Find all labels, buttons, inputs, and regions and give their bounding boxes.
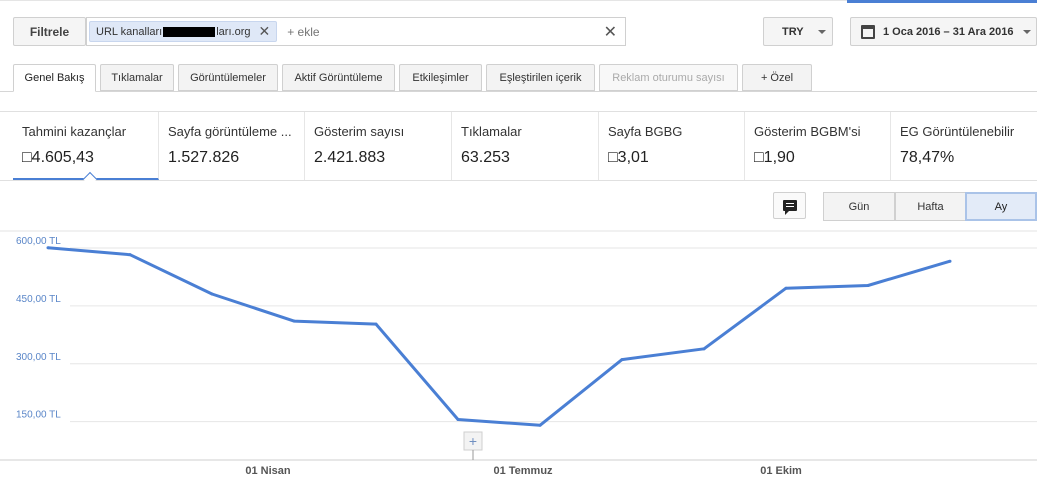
metric-impression-rpm[interactable]: Gösterim BGBM'si □1,90	[745, 112, 891, 180]
data-point	[948, 259, 952, 263]
data-point	[456, 417, 460, 421]
metric-page-rpm[interactable]: Sayfa BGBG □3,01	[599, 112, 745, 180]
filter-chip[interactable]: URL kanalları ları.org ✕	[89, 21, 278, 42]
data-point	[210, 292, 214, 296]
tab-reklam-oturumu: Reklam oturumu sayısı	[599, 64, 738, 91]
data-point	[620, 358, 624, 362]
metric-label: EG Görüntülenebilir	[900, 124, 1015, 139]
x-tick-label: 01 Ekim	[760, 465, 802, 477]
metric-label: Gösterim sayısı	[314, 124, 405, 139]
metric-value: 2.421.883	[314, 149, 386, 166]
tabs-divider	[0, 91, 1037, 92]
date-range-select[interactable]: 1 Oca 2016 – 31 Ara 2016	[850, 17, 1037, 46]
period-day-button[interactable]: Gün	[823, 192, 895, 221]
add-filter-input[interactable]	[287, 24, 528, 39]
data-point	[292, 319, 296, 323]
y-tick-label: 300,00 TL	[16, 352, 61, 363]
filter-button[interactable]: Filtrele	[13, 17, 86, 46]
chevron-down-icon	[1023, 30, 1031, 34]
filter-chip-label-end: ları.org	[216, 25, 251, 38]
metric-clicks[interactable]: Tıklamalar 63.253	[452, 112, 599, 180]
data-point	[702, 347, 706, 351]
metric-label: Sayfa BGBG	[608, 124, 683, 139]
chip-close-icon[interactable]: ✕	[258, 23, 270, 40]
active-indicator	[82, 171, 98, 187]
tab-tiklamalar[interactable]: Tıklamalar	[100, 64, 174, 91]
currency-label: TRY	[782, 25, 804, 38]
plus-icon: +	[469, 433, 477, 449]
metric-value: □4.605,43	[22, 149, 94, 166]
chevron-down-icon	[818, 30, 826, 34]
date-range-label: 1 Oca 2016 – 31 Ara 2016	[883, 25, 1014, 38]
metric-label: Sayfa görüntüleme ...	[168, 124, 292, 139]
tab-aktif-goruntuleme[interactable]: Aktif Görüntüleme	[282, 64, 395, 91]
y-tick-label: 150,00 TL	[16, 410, 61, 421]
add-annotation-marker[interactable]: +	[463, 431, 483, 451]
data-point	[784, 286, 788, 290]
x-tick-label: 01 Temmuz	[493, 465, 553, 477]
y-tick-label: 450,00 TL	[16, 294, 61, 305]
redacted-block	[163, 26, 216, 37]
metric-active-view-viewable[interactable]: EG Görüntülenebilir 78,47%	[891, 112, 1037, 180]
metric-value: 1.527.826	[168, 149, 240, 166]
tab-etkilesimler[interactable]: Etkileşimler	[399, 64, 482, 91]
tab-eslestirilen-icerik[interactable]: Eşleştirilen içerik	[486, 64, 595, 91]
clear-filter-icon[interactable]: ✕	[604, 22, 617, 42]
metric-page-views[interactable]: Sayfa görüntüleme ... 1.527.826	[159, 112, 305, 180]
top-accent-bar	[847, 0, 1037, 3]
metric-value: 63.253	[461, 149, 510, 166]
series-line	[47, 246, 951, 427]
metric-label: Tahmini kazançlar	[22, 124, 127, 139]
calendar-icon	[861, 24, 875, 39]
metric-label: Tıklamalar	[461, 124, 522, 139]
metric-value: □3,01	[608, 149, 649, 166]
data-point	[866, 284, 870, 288]
filter-chip-label-start: URL kanalları	[96, 25, 163, 38]
metrics-bottom-border	[0, 180, 1037, 181]
data-point	[538, 423, 542, 427]
tab-add-custom[interactable]: + Özel	[742, 64, 812, 91]
metric-estimated-earnings[interactable]: Tahmini kazançlar □4.605,43	[13, 112, 159, 187]
filter-field[interactable]: URL kanalları ları.org ✕ ✕	[86, 17, 626, 46]
y-tick-label: 600,00 TL	[16, 236, 61, 247]
metric-value: □1,90	[754, 149, 795, 166]
tab-goruntulemeler[interactable]: Görüntülemeler	[178, 64, 278, 91]
data-point	[128, 253, 132, 257]
period-month-button[interactable]: Ay	[965, 192, 1037, 221]
tab-genel-bakis[interactable]: Genel Bakış	[13, 64, 96, 92]
metric-label: Gösterim BGBM'si	[754, 124, 861, 139]
data-point	[46, 246, 50, 250]
metric-impressions[interactable]: Gösterim sayısı 2.421.883	[305, 112, 452, 180]
data-point	[374, 322, 378, 326]
period-week-button[interactable]: Hafta	[895, 192, 966, 221]
currency-select[interactable]: TRY	[763, 17, 833, 46]
comment-icon	[782, 200, 797, 215]
earnings-line-chart: 600,00 TL 450,00 TL 300,00 TL 150,00 TL 01 N…	[0, 230, 1037, 477]
x-tick-label: 01 Nisan	[245, 465, 291, 477]
annotation-button[interactable]	[773, 192, 806, 219]
metric-value: 78,47%	[900, 149, 955, 166]
